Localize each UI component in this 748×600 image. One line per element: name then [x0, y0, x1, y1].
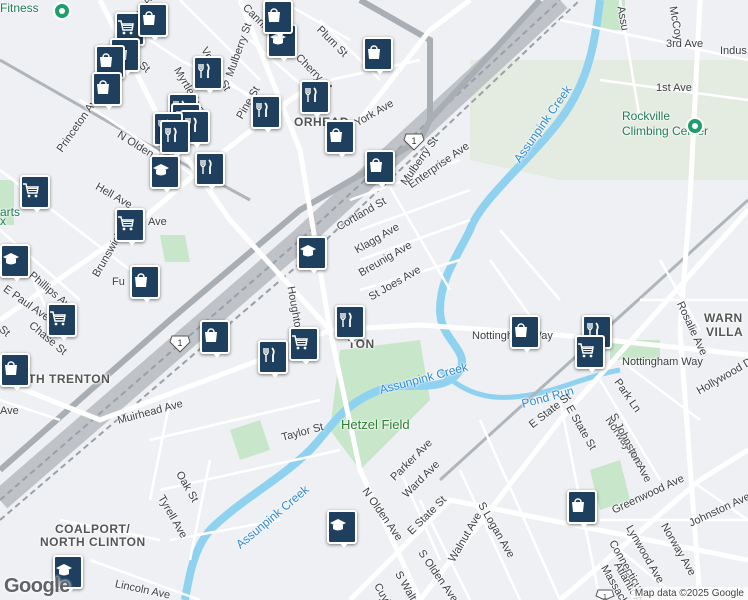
map-view[interactable]: 1 1 1 Fitness Rockville Climbing Center Pri… — [0, 0, 748, 600]
grocery-marker[interactable] — [20, 175, 50, 213]
restaurant-icon — [305, 87, 317, 102]
map-label: x — [0, 214, 6, 228]
poi-dot[interactable] — [686, 117, 704, 135]
poi-dot[interactable] — [53, 2, 71, 20]
restaurant-icon — [256, 102, 268, 117]
shopping-icon — [268, 8, 280, 22]
grocery-icon — [118, 20, 134, 35]
shopping-icon — [515, 323, 527, 337]
restaurant-marker[interactable] — [195, 152, 225, 190]
svg-text:1: 1 — [411, 136, 416, 146]
shopping-marker[interactable] — [200, 320, 230, 358]
shopping-marker[interactable] — [567, 490, 597, 528]
restaurant-marker[interactable] — [160, 120, 190, 158]
shopping-icon — [143, 11, 155, 25]
restaurant-icon — [263, 347, 275, 362]
map-label: Rockville — [622, 109, 671, 123]
shopping-marker[interactable] — [130, 265, 160, 303]
shopping-marker[interactable] — [0, 353, 30, 391]
shopping-icon — [572, 498, 584, 512]
restaurant-marker[interactable] — [251, 95, 281, 133]
school-icon — [3, 253, 19, 265]
svg-text:1: 1 — [603, 594, 607, 600]
shopping-marker[interactable] — [138, 3, 168, 41]
shopping-icon — [100, 53, 112, 67]
map-attribution[interactable]: Map data ©2025 Google — [630, 587, 748, 600]
map-label: Fu — [112, 276, 125, 288]
shopping-marker[interactable] — [363, 37, 393, 75]
shopping-icon — [330, 128, 342, 142]
svg-text:1: 1 — [177, 338, 182, 348]
google-logo: Google — [4, 575, 70, 597]
grocery-marker[interactable] — [289, 327, 319, 365]
restaurant-icon — [198, 63, 210, 78]
shopping-icon — [368, 45, 380, 59]
shopping-marker[interactable] — [510, 315, 540, 353]
grocery-icon — [50, 311, 66, 326]
shopping-icon — [97, 80, 109, 94]
map-label: Hetzel Field — [341, 417, 410, 432]
park-area — [160, 235, 190, 262]
grocery-icon — [292, 335, 308, 350]
grocery-marker[interactable] — [115, 208, 145, 246]
map-label: VILLA — [706, 325, 744, 339]
school-marker[interactable] — [297, 236, 327, 274]
map-label: 1st Ave — [656, 82, 692, 94]
shopping-icon — [135, 273, 147, 287]
grocery-icon — [578, 343, 594, 358]
shopping-marker[interactable] — [92, 72, 122, 110]
shopping-marker[interactable] — [365, 150, 395, 188]
school-marker[interactable] — [327, 510, 357, 548]
shopping-marker[interactable] — [325, 120, 355, 158]
grocery-icon — [118, 216, 134, 231]
map-label: WARN — [704, 311, 743, 325]
school-marker[interactable] — [150, 155, 180, 193]
map-label: Indus — [720, 45, 747, 57]
school-marker[interactable] — [0, 244, 30, 282]
grocery-marker[interactable] — [47, 303, 77, 341]
industrial-area — [470, 60, 748, 180]
restaurant-marker[interactable] — [193, 56, 223, 94]
school-icon — [153, 164, 169, 176]
school-icon — [300, 245, 316, 257]
grocery-icon — [23, 183, 39, 198]
restaurant-icon — [200, 159, 212, 174]
shopping-icon — [5, 361, 17, 375]
shopping-marker[interactable] — [263, 0, 293, 38]
restaurant-marker[interactable] — [258, 340, 288, 378]
school-icon — [330, 519, 346, 531]
restaurant-marker[interactable] — [335, 305, 365, 343]
restaurant-marker[interactable] — [300, 80, 330, 118]
map-label: Fitness — [0, 1, 39, 15]
shopping-icon — [370, 158, 382, 172]
grocery-marker[interactable] — [575, 335, 605, 373]
map-label: Nottingham Way — [622, 356, 703, 368]
map-label: NORTH CLINTON — [40, 535, 146, 549]
map-label: Ave — [148, 216, 167, 228]
restaurant-icon — [165, 127, 177, 142]
restaurant-icon — [340, 312, 352, 327]
shopping-icon — [205, 328, 217, 342]
map-label: Ave — [0, 405, 19, 417]
